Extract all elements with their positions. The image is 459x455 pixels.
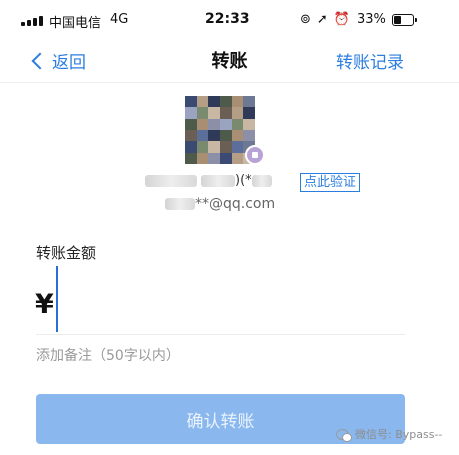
- avatar-mosaic-cell: [220, 96, 232, 108]
- amount-input[interactable]: [56, 266, 404, 332]
- avatar-mosaic-cell: [185, 96, 197, 108]
- wechat-icon: [336, 429, 352, 442]
- avatar-mosaic-cell: [196, 152, 209, 164]
- watermark-text: 微信号: Bypass--: [355, 428, 443, 441]
- avatar-mosaic-cell: [231, 141, 244, 153]
- signal-strength-icon: [21, 16, 45, 26]
- avatar-mosaic-cell: [185, 141, 197, 153]
- redacted-name-mask: [145, 174, 197, 187]
- avatar-mosaic-cell: [231, 118, 244, 130]
- location-arrow-icon: ➚: [316, 12, 328, 27]
- avatar-mosaic-cell: [185, 152, 197, 164]
- redacted-name-mask: [201, 174, 235, 187]
- avatar-mosaic-cell: [208, 118, 220, 130]
- orientation-lock-icon: ⊚: [300, 12, 311, 27]
- avatar-mosaic-cell: [208, 107, 220, 119]
- back-button[interactable]: 返回: [31, 48, 86, 73]
- avatar-mosaic-cell: [220, 152, 232, 164]
- add-note-link[interactable]: 添加备注（50字以内）: [36, 345, 180, 365]
- avatar-mosaic-cell: [220, 129, 232, 142]
- verify-link[interactable]: 点此验证: [300, 173, 361, 192]
- status-bar: 中国电信 4G 22:33 ⊚ ➚ ⏰ 33%: [0, 0, 459, 42]
- navigation-bar: 返回 转账 转账记录: [0, 42, 459, 83]
- divider: [36, 334, 405, 335]
- chevron-left-icon: [31, 52, 49, 70]
- battery-percent: 33%: [357, 12, 386, 27]
- avatar-mosaic-cell: [243, 129, 255, 142]
- avatar-mosaic-cell: [231, 107, 244, 119]
- avatar-mosaic-cell: [196, 118, 209, 130]
- avatar-mosaic-cell: [220, 107, 232, 119]
- avatar-mosaic-cell: [208, 152, 220, 164]
- avatar-mosaic-cell: [243, 107, 255, 119]
- qq-badge-icon: [245, 145, 265, 165]
- avatar-mosaic-cell: [185, 118, 197, 130]
- back-label: 返回: [52, 53, 86, 73]
- avatar-mosaic-cell: [243, 118, 255, 130]
- avatar-mosaic-cell: [208, 96, 220, 108]
- recipient-name-fragment: )(*: [235, 173, 252, 188]
- alarm-icon: ⏰: [333, 12, 350, 27]
- wechat-watermark: 微信号: Bypass--: [336, 426, 442, 442]
- avatar-mosaic-cell: [196, 141, 209, 153]
- avatar-mosaic-cell: [208, 141, 220, 153]
- avatar-mosaic-cell: [196, 96, 209, 108]
- carrier-name: 中国电信: [49, 16, 102, 31]
- currency-symbol: ¥: [35, 289, 54, 320]
- battery-icon: [392, 14, 417, 26]
- avatar-mosaic-cell: [231, 96, 244, 108]
- battery-fill: [394, 16, 401, 24]
- avatar-mosaic-cell: [196, 129, 209, 142]
- avatar-mosaic-cell: [185, 107, 197, 119]
- avatar-mosaic-cell: [231, 129, 244, 142]
- avatar-mosaic-cell: [196, 107, 209, 119]
- transfer-records-link[interactable]: 转账记录: [336, 48, 404, 73]
- avatar-mosaic-cell: [220, 118, 232, 130]
- recipient-name: )(*: [145, 173, 272, 193]
- avatar-mosaic-cell: [220, 141, 232, 153]
- recipient-email: **@qq.com: [165, 196, 275, 212]
- avatar-mosaic-cell: [231, 152, 244, 164]
- status-time: 22:33: [205, 11, 250, 27]
- recipient-email-suffix: **@qq.com: [195, 196, 276, 212]
- redacted-name-mask: [251, 174, 272, 187]
- avatar-mosaic-cell: [185, 129, 197, 142]
- amount-label: 转账金额: [36, 244, 97, 262]
- status-icons: ⊚ ➚ ⏰: [300, 12, 356, 27]
- avatar-mosaic-cell: [243, 96, 255, 108]
- redacted-email-mask: [165, 198, 195, 210]
- avatar-mosaic-cell: [208, 129, 220, 142]
- network-type: 4G: [110, 12, 129, 27]
